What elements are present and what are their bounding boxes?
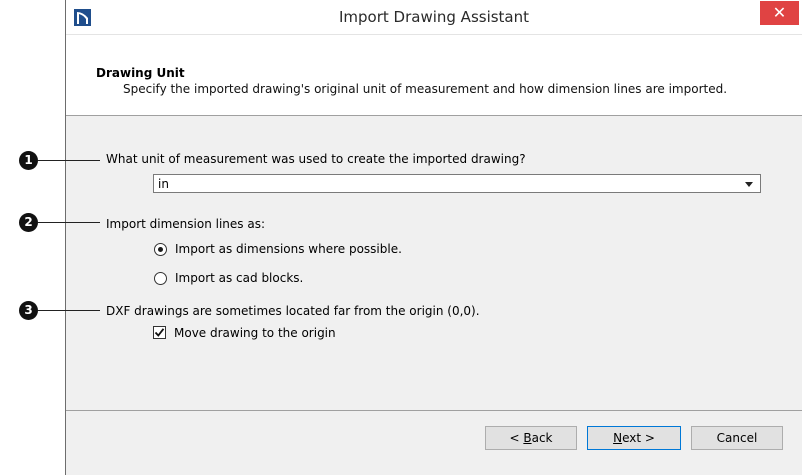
back-button-prefix: < (509, 431, 524, 445)
origin-note-label: DXF drawings are sometimes located far f… (106, 304, 480, 318)
checkmark-icon (154, 328, 165, 337)
import-drawing-dialog: Import Drawing Assistant ✕ Drawing Unit … (65, 0, 802, 475)
unit-dropdown[interactable]: in (153, 174, 761, 193)
radio-import-as-cad-blocks-label[interactable]: Import as cad blocks. (175, 271, 303, 285)
title-bar[interactable]: Import Drawing Assistant ✕ (66, 0, 802, 35)
back-button-rest: ack (531, 431, 553, 445)
next-button-rest: ext > (622, 431, 655, 445)
unit-question-label: What unit of measurement was used to cre… (106, 152, 526, 166)
close-button[interactable]: ✕ (760, 1, 799, 25)
next-button[interactable]: Next > (587, 426, 681, 450)
move-to-origin-checkbox[interactable] (153, 326, 166, 339)
chevron-down-icon[interactable] (745, 182, 753, 187)
callout-3-leader (38, 310, 100, 311)
radio-import-as-dimensions-label[interactable]: Import as dimensions where possible. (175, 242, 402, 256)
radio-import-as-cad-blocks[interactable] (154, 272, 167, 285)
callout-2-leader (38, 222, 100, 223)
callout-3: 3 (19, 301, 38, 320)
cancel-button[interactable]: Cancel (691, 426, 783, 450)
callout-1: 1 (19, 151, 38, 170)
radio-import-as-dimensions[interactable] (154, 243, 167, 256)
page-description: Specify the imported drawing's original … (123, 82, 728, 96)
move-to-origin-label[interactable]: Move drawing to the origin (174, 326, 336, 340)
next-button-mnemonic: N (613, 431, 623, 445)
page-title: Drawing Unit (96, 66, 185, 80)
back-button[interactable]: < Back (485, 426, 577, 450)
radio-selected-dot (158, 247, 163, 252)
unit-dropdown-value: in (158, 177, 169, 191)
callout-2: 2 (19, 213, 38, 232)
back-button-mnemonic: B (523, 431, 532, 445)
dimension-lines-label: Import dimension lines as: (106, 217, 265, 231)
header-panel: Drawing Unit Specify the imported drawin… (66, 35, 802, 116)
footer-divider (66, 410, 802, 411)
window-title: Import Drawing Assistant (338, 8, 530, 26)
callout-1-leader (38, 160, 100, 161)
